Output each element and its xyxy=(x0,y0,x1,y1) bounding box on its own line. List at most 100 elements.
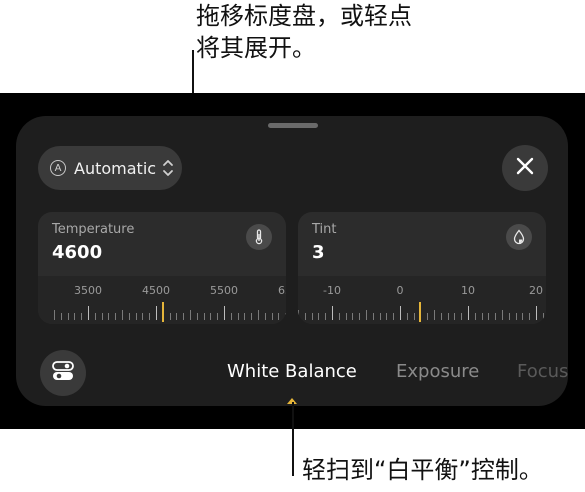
tint-dial-tick xyxy=(318,313,320,320)
close-icon xyxy=(516,157,534,179)
tint-dial-tick xyxy=(413,313,415,320)
tint-dial-tick xyxy=(406,313,408,320)
tint-dial[interactable]: -10 0 10 20 xyxy=(298,276,546,324)
tint-dial-tick xyxy=(542,313,544,320)
toggles-icon xyxy=(52,360,74,386)
panel-grabber[interactable] xyxy=(268,123,318,128)
tint-dial-tick xyxy=(434,310,435,320)
tint-dial-tick xyxy=(345,313,347,320)
tint-dial-tick xyxy=(400,306,401,320)
temperature-dial-tick xyxy=(271,313,273,320)
mode-label: Automatic xyxy=(74,158,157,178)
temperature-card[interactable]: Temperature 4600 3500 4500 5500 6500 xyxy=(38,212,286,324)
tint-dial-tick xyxy=(461,313,463,320)
tint-scale-label: 0 xyxy=(396,284,404,297)
temperature-dial-tick xyxy=(278,313,280,320)
temperature-dial-tick xyxy=(142,313,144,320)
temperature-dial[interactable]: 3500 4500 5500 6500 xyxy=(38,276,286,324)
tint-dial-tick xyxy=(332,306,333,320)
tint-dial-tick xyxy=(386,313,388,320)
tint-card[interactable]: Tint 3 -10 0 10 20 xyxy=(298,212,546,324)
tint-dial-tick xyxy=(311,313,313,320)
temperature-dial-tick xyxy=(156,306,157,320)
callout-swipe-white-balance: 轻扫到“白平衡”控制。 xyxy=(302,456,543,484)
callout-drag-dial-line2: 将其展开。 xyxy=(196,34,316,62)
tint-dial-tick xyxy=(379,313,381,320)
temperature-dial-tick xyxy=(81,313,83,320)
thermometer-icon xyxy=(246,224,272,250)
controls-toggle-button[interactable] xyxy=(40,350,86,396)
callout-drag-dial: 拖移标度盘，或轻点 将其展开。 xyxy=(196,0,412,64)
temperature-scale-label: 6500 xyxy=(278,284,286,297)
tint-scale-label: -10 xyxy=(323,284,341,297)
auto-badge-icon: A xyxy=(50,160,66,176)
temperature-dial-indicator[interactable] xyxy=(161,302,164,322)
temperature-dial-tick xyxy=(237,313,239,320)
tint-dial-tick xyxy=(468,306,469,320)
tint-dial-tick xyxy=(393,313,395,320)
tint-dial-tick xyxy=(427,313,429,320)
temperature-dial-tick xyxy=(224,306,225,320)
temperature-dial-tick xyxy=(108,313,110,320)
tint-dial-tick xyxy=(338,313,340,320)
tint-dial-tick xyxy=(372,313,374,320)
tint-dial-tick xyxy=(304,313,306,320)
temperature-dial-tick xyxy=(196,313,198,320)
tint-dial-indicator[interactable] xyxy=(419,302,422,322)
temperature-dial-tick xyxy=(169,313,171,320)
temperature-dial-tick xyxy=(88,306,89,320)
tab-white-balance[interactable]: White Balance xyxy=(227,361,357,382)
temperature-dial-tick xyxy=(244,313,246,320)
callout-leader-line-bottom xyxy=(292,402,294,476)
tint-dial-tick xyxy=(502,310,503,320)
temperature-dial-tick xyxy=(94,313,96,320)
temperature-dial-tick xyxy=(115,313,117,320)
temperature-dial-tick xyxy=(122,310,123,320)
tint-dial-tick xyxy=(536,306,537,320)
tint-scale-label: 20 xyxy=(529,284,543,297)
tint-dial-tick xyxy=(454,313,456,320)
temperature-dial-tick xyxy=(251,313,253,320)
tab-focus[interactable]: Focus xyxy=(517,361,569,382)
temperature-dial-tick xyxy=(230,313,232,320)
tint-scale-label: 10 xyxy=(461,284,475,297)
temperature-dial-tick xyxy=(60,313,62,320)
temperature-dial-tick xyxy=(128,313,130,320)
callout-drag-dial-line1: 拖移标度盘，或轻点 xyxy=(196,2,412,30)
temperature-label: Temperature xyxy=(52,222,135,237)
temperature-dial-tick xyxy=(190,310,191,320)
temperature-dial-tick xyxy=(149,313,151,320)
temperature-dial-tick xyxy=(74,313,76,320)
tint-label: Tint xyxy=(312,222,337,237)
temperature-dial-tick xyxy=(135,313,137,320)
temperature-scale-label: 3500 xyxy=(74,284,102,297)
temperature-dial-tick xyxy=(258,310,259,320)
temperature-dial-tick xyxy=(210,313,212,320)
temperature-dial-tick xyxy=(183,313,185,320)
temperature-dial-tick xyxy=(217,313,219,320)
temperature-dial-tick xyxy=(285,313,286,320)
temperature-dial-tick xyxy=(101,313,103,320)
tint-dial-tick xyxy=(529,313,531,320)
tint-dial-tick xyxy=(474,313,476,320)
tint-value: 3 xyxy=(312,242,325,263)
tint-dial-tick xyxy=(447,313,449,320)
temperature-value: 4600 xyxy=(52,242,103,263)
temperature-scale-label: 4500 xyxy=(142,284,170,297)
temperature-scale-label: 5500 xyxy=(210,284,238,297)
tint-dial-tick xyxy=(352,313,354,320)
close-button[interactable] xyxy=(502,145,548,191)
chevron-updown-icon xyxy=(162,158,174,178)
tint-dial-tick xyxy=(495,313,497,320)
temperature-dial-tick xyxy=(264,313,266,320)
tint-dial-tick xyxy=(325,313,327,320)
temperature-dial-tick xyxy=(203,313,205,320)
mode-selector-button[interactable]: A Automatic xyxy=(38,146,182,190)
droplet-icon xyxy=(506,224,532,250)
tab-exposure[interactable]: Exposure xyxy=(396,361,479,382)
tint-dial-tick xyxy=(508,313,510,320)
tint-dial-tick xyxy=(440,313,442,320)
tint-dial-tick xyxy=(298,310,299,320)
tint-dial-tick xyxy=(515,313,517,320)
tint-dial-tick xyxy=(366,310,367,320)
